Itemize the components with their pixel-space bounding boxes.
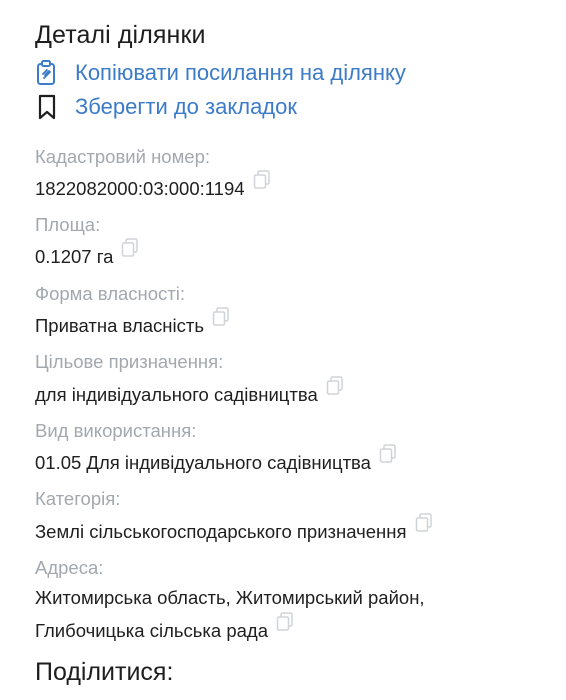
ownership-row: Приватна власність [35,307,230,343]
purpose-row: для індивідуального садівництва [35,376,344,412]
copy-link-label: Копіювати посилання на ділянку [75,60,406,85]
clipboard-icon [35,59,63,87]
cadastral-number-label: Кадастровий номер: [35,146,211,167]
purpose-label: Цільове призначення: [35,351,224,372]
category-row: Землі сільськогосподарського призначення [35,513,433,549]
cadastral-number-row: 1822082000:03:000:1194 [35,170,271,206]
page-title: Деталі ділянки [35,21,206,49]
save-bookmark-label: Зберегти до закладок [75,94,297,119]
usage-row: 01.05 Для індивідуального садівництва [35,444,397,480]
usage-value: 01.05 Для індивідуального садівництва [35,452,371,473]
area-row: 0.1207 га [35,238,139,274]
save-bookmark-button[interactable]: Зберегти до закладок [35,93,297,121]
copy-link-button[interactable]: Копіювати посилання на ділянку [35,59,406,87]
address-row: Глибочицька сільська рада [35,612,294,648]
copy-ownership-icon[interactable] [212,304,230,338]
area-label: Площа: [35,214,101,235]
copy-usage-icon[interactable] [379,441,397,475]
share-title: Поділитися: [35,658,174,686]
area-value: 0.1207 га [35,246,114,267]
address-line1: Житомирська область, Житомирський район, [35,587,425,608]
address-label: Адреса: [35,557,104,578]
category-value: Землі сільськогосподарського призначення [35,521,407,542]
purpose-value: для індивідуального садівництва [35,384,318,405]
usage-label: Вид використання: [35,420,197,441]
ownership-label: Форма власності: [35,283,186,304]
copy-area-icon[interactable] [121,235,139,269]
cadastral-number-value: 1822082000:03:000:1194 [35,178,245,199]
copy-address-icon[interactable] [276,609,294,643]
copy-cadastral-icon[interactable] [253,167,271,201]
copy-purpose-icon[interactable] [326,373,344,407]
category-label: Категорія: [35,488,121,509]
address-line2: Глибочицька сільська рада [35,620,268,641]
copy-category-icon[interactable] [415,510,433,544]
ownership-value: Приватна власність [35,315,204,336]
bookmark-icon [35,93,63,121]
